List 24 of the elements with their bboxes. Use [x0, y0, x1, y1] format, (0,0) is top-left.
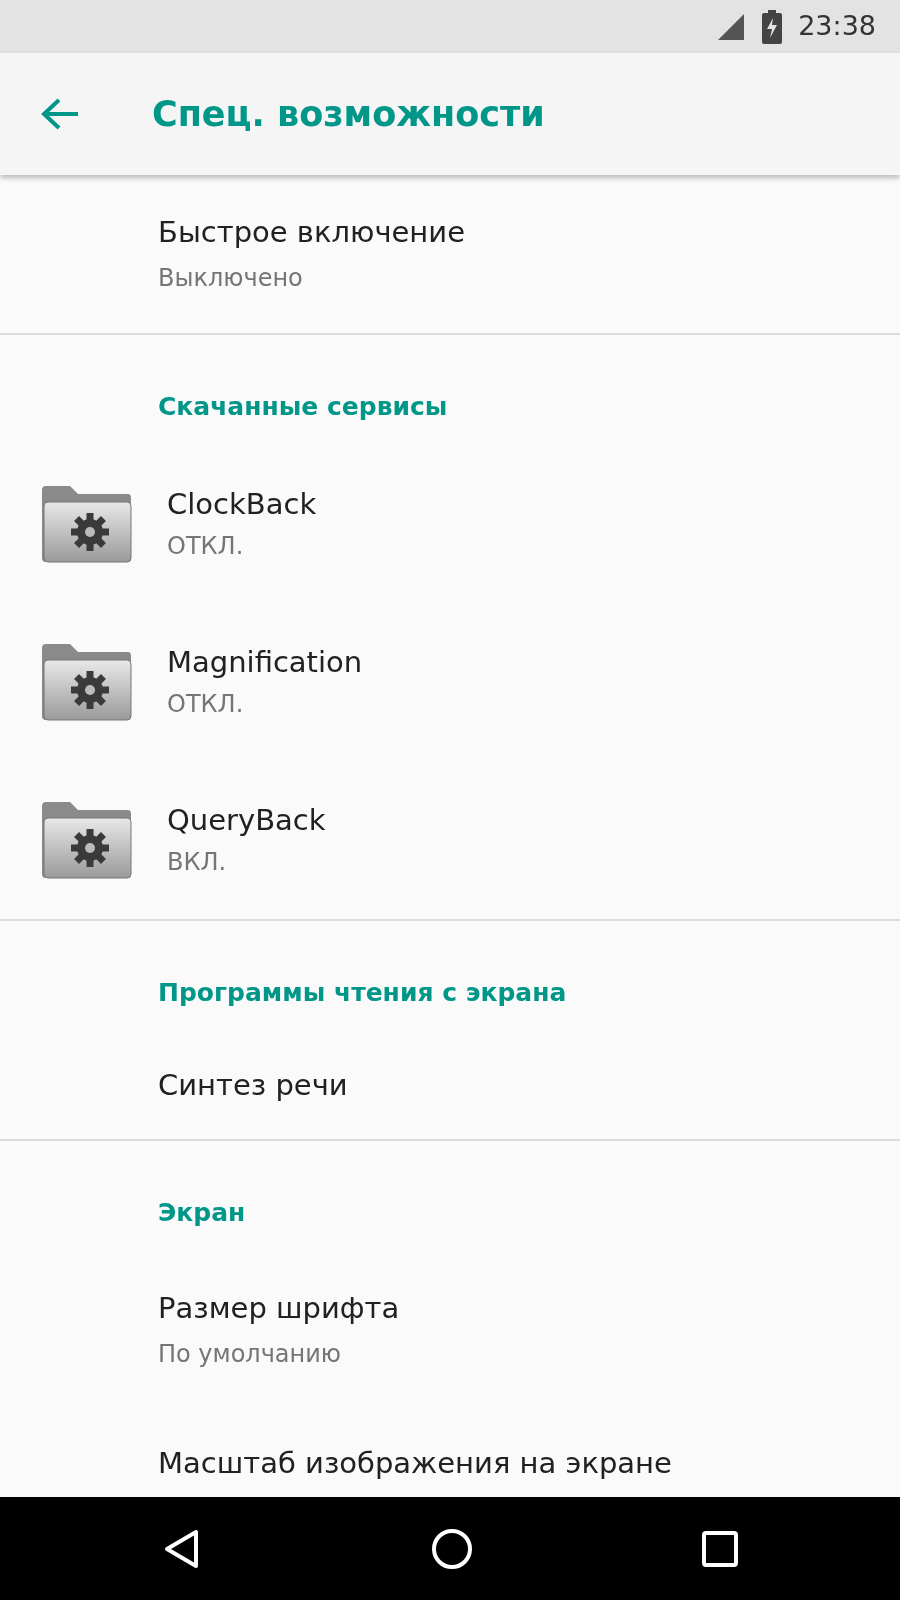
section-header: Экран [157, 1197, 247, 1229]
folder-gear-icon [40, 484, 133, 564]
clock-time: 23:38 [798, 9, 876, 44]
section-header: Скачанные сервисы [157, 391, 449, 423]
setting-title[interactable]: Magnification [167, 642, 363, 682]
back-arrow-icon[interactable] [40, 97, 80, 131]
setting-summary: По умолчанию [158, 1339, 343, 1370]
setting-title[interactable]: Синтез речи [158, 1065, 348, 1105]
setting-summary: ОТКЛ. [167, 531, 245, 562]
setting-summary: Выключено [158, 263, 304, 294]
setting-title[interactable]: ClockBack [167, 484, 317, 524]
folder-gear-icon [40, 642, 133, 722]
home-nav-icon[interactable] [431, 1527, 473, 1570]
setting-title[interactable]: Быстрое включение [158, 212, 466, 252]
screen-title: Спец. возможности [152, 92, 545, 136]
setting-title[interactable]: Масштаб изображения на экране [158, 1443, 672, 1483]
setting-summary: ВКЛ. [167, 847, 228, 878]
section-header: Программы чтения с экрана [157, 977, 568, 1009]
recents-nav-icon[interactable] [701, 1530, 738, 1567]
folder-gear-icon [40, 800, 133, 880]
setting-summary: ОТКЛ. [167, 689, 245, 720]
setting-title[interactable]: Размер шрифта [158, 1288, 400, 1328]
battery-icon [762, 9, 783, 44]
setting-title[interactable]: QueryBack [167, 800, 326, 840]
